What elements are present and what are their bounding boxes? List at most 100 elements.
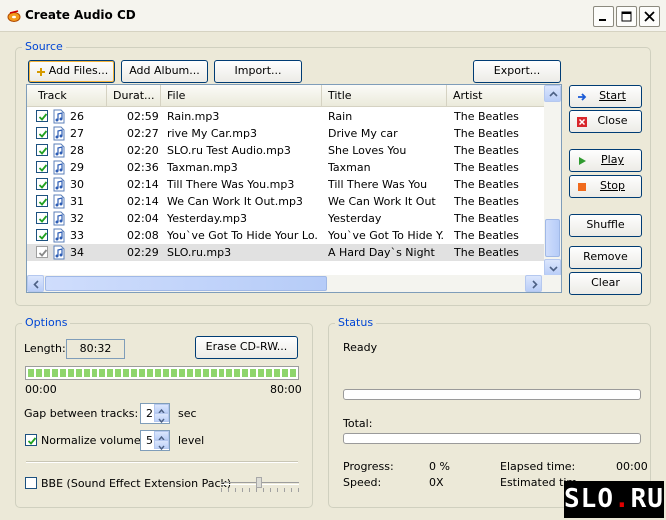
table-row[interactable]: 33 02:08 You`ve Got To Hide Your Lo... You`… [27, 227, 545, 244]
audio-file-icon [53, 143, 65, 158]
column-track[interactable]: Track [27, 85, 107, 107]
table-row[interactable]: 29 02:36 Taxman.mp3 Taxman The Beatles [27, 159, 545, 176]
row-checkbox[interactable] [36, 144, 48, 156]
normalize-decrement[interactable] [154, 440, 169, 451]
vertical-scroll-thumb[interactable] [545, 219, 560, 257]
row-checkbox[interactable] [36, 127, 48, 139]
table-row[interactable]: 34 02:29 SLO.ru.mp3 A Hard Day`s Night The B… [27, 244, 545, 261]
meter-segment [115, 369, 122, 377]
row-checkbox[interactable] [36, 110, 48, 122]
cell-duration: 02:04 [127, 212, 159, 225]
clear-button[interactable]: Clear [569, 272, 642, 295]
table-row[interactable]: 27 02:27 rive My Car.mp3 Drive My car The Be… [27, 125, 545, 142]
row-checkbox[interactable] [36, 212, 48, 224]
maximize-button[interactable] [616, 6, 637, 27]
cell-duration: 02:14 [127, 178, 159, 191]
checkmark-icon [38, 198, 48, 206]
stop-button[interactable]: Stop [569, 175, 642, 198]
cell-file: Till There Was You.mp3 [167, 178, 295, 191]
bbe-slider[interactable] [221, 476, 299, 492]
meter-segment [155, 369, 161, 377]
normalize-label[interactable]: Normalize volume: [41, 434, 144, 447]
export-button[interactable]: Export... [473, 60, 561, 83]
play-button[interactable]: Play [569, 149, 642, 172]
shuffle-label: Shuffle [586, 218, 625, 231]
watermark-right: RU [630, 484, 664, 514]
meter-segment [194, 369, 201, 377]
cell-duration: 02:29 [127, 246, 159, 259]
table-row[interactable]: 30 02:14 Till There Was You.mp3 Till There … [27, 176, 545, 193]
meter-segment [178, 369, 185, 377]
chevron-down-icon [158, 445, 165, 451]
scroll-right-button[interactable] [525, 275, 542, 292]
close-label: Close [597, 114, 628, 127]
scroll-up-button[interactable] [544, 85, 561, 102]
erase-cd-rw-button[interactable]: Erase CD-RW... [195, 336, 298, 359]
row-checkbox[interactable] [36, 246, 48, 258]
capacity-meter-fill [28, 369, 296, 377]
bbe-checkbox[interactable] [25, 477, 37, 489]
table-row[interactable]: 32 02:04 Yesterday.mp3 Yesterday The Beatles [27, 210, 545, 227]
audio-file-icon [53, 245, 65, 260]
meter-segment [99, 369, 106, 377]
normalize-increment[interactable] [154, 431, 169, 441]
track-list[interactable]: Track Durat... File Title Artist 26 02:59… [26, 84, 562, 293]
horizontal-scroll-thumb[interactable] [45, 276, 327, 291]
remove-button[interactable]: Remove [569, 246, 642, 269]
row-checkbox[interactable] [36, 195, 48, 207]
cell-title: Taxman [328, 161, 371, 174]
cell-title: Yesterday [328, 212, 382, 225]
meter-segment [139, 369, 146, 377]
table-row[interactable]: 28 02:20 SLO.ru Test Audio.mp3 She Loves Yo… [27, 142, 545, 159]
column-duration[interactable]: Durat... [107, 85, 161, 107]
gap-increment[interactable] [154, 404, 169, 414]
bbe-slider-thumb[interactable] [256, 477, 262, 488]
length-label: Length: [24, 342, 66, 355]
horizontal-scrollbar[interactable] [27, 275, 561, 292]
shuffle-button[interactable]: Shuffle [569, 214, 642, 237]
column-file[interactable]: File [161, 85, 322, 107]
add-files-button[interactable]: Add Files... [28, 60, 115, 83]
scroll-down-button[interactable] [544, 259, 561, 276]
meter-segment [83, 369, 90, 377]
meter-segment [234, 369, 241, 377]
gap-unit: sec [178, 407, 197, 420]
column-artist[interactable]: Artist [447, 85, 545, 107]
import-button[interactable]: Import... [214, 60, 302, 83]
meter-segment [43, 369, 50, 377]
column-title[interactable]: Title [322, 85, 447, 107]
gap-stepper[interactable]: 2 [140, 403, 170, 424]
audio-file-icon [53, 228, 65, 243]
scroll-left-button[interactable] [27, 275, 44, 292]
title-bar[interactable]: Create Audio CD [0, 0, 666, 32]
clear-label: Clear [591, 276, 620, 289]
vertical-scrollbar[interactable] [544, 85, 561, 276]
normalize-checkbox[interactable] [25, 434, 37, 446]
normalize-stepper[interactable]: 5 [140, 430, 170, 451]
row-checkbox[interactable] [36, 229, 48, 241]
add-album-button[interactable]: Add Album... [121, 60, 208, 83]
row-checkbox[interactable] [36, 178, 48, 190]
table-row[interactable]: 31 02:14 We Can Work It Out.mp3 We Can Work… [27, 193, 545, 210]
close-window-button[interactable] [639, 6, 660, 27]
meter-segment [28, 369, 34, 377]
gap-decrement[interactable] [154, 413, 169, 424]
cell-track: 33 [70, 229, 84, 242]
close-button[interactable]: Close [569, 110, 642, 133]
checkmark-icon [38, 130, 48, 138]
chevron-down-icon [158, 418, 165, 424]
checkmark-icon [38, 232, 48, 240]
row-checkbox[interactable] [36, 161, 48, 173]
table-row[interactable]: 26 02:59 Rain.mp3 Rain The Beatles [27, 108, 545, 125]
meter-segment [170, 369, 177, 377]
watermark-left: SLO [564, 484, 614, 514]
progress-value: 0 % [429, 460, 450, 473]
checkmark-icon [38, 181, 48, 189]
meter-segment [186, 369, 193, 377]
status-state: Ready [343, 341, 378, 354]
chevron-up-icon [549, 91, 558, 97]
cell-file: SLO.ru Test Audio.mp3 [167, 144, 291, 157]
start-button[interactable]: Start [569, 85, 642, 108]
bbe-label[interactable]: BBE (Sound Effect Extension Pack) [41, 477, 231, 490]
minimize-button[interactable] [593, 6, 614, 27]
